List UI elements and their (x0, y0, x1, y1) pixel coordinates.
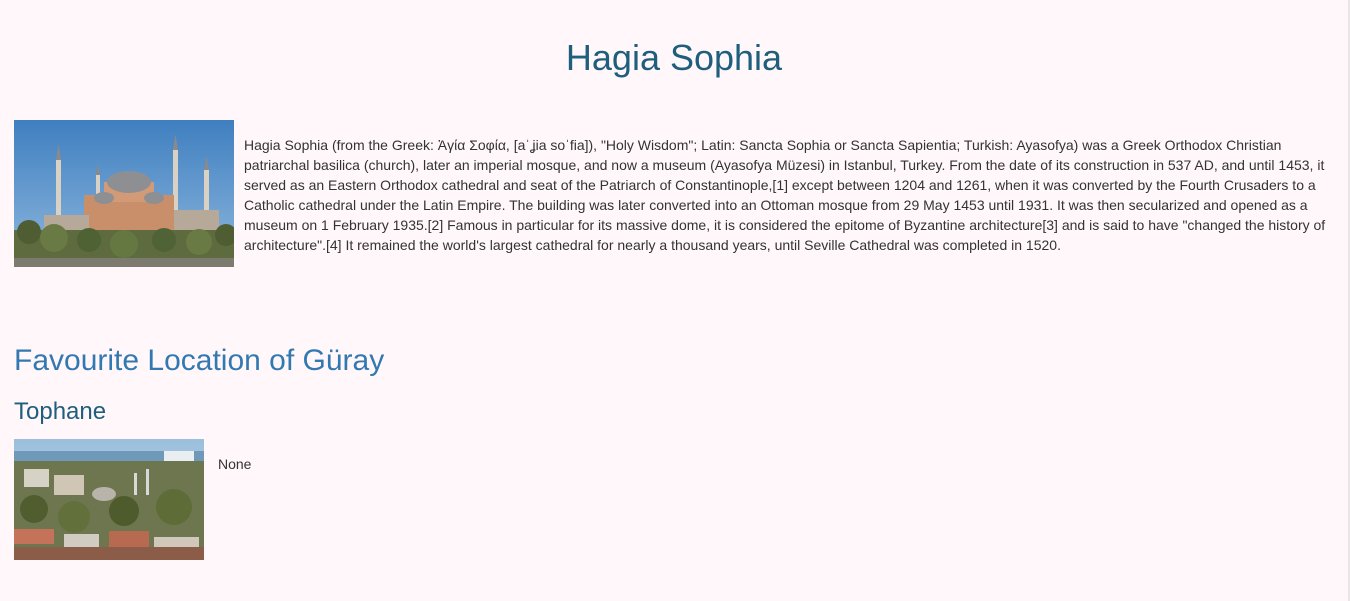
favourite-location-description: None (218, 456, 252, 472)
favourite-location-name: Tophane (14, 398, 107, 425)
tophane-photo (14, 439, 204, 560)
hagia-sophia-description: Hagia Sophia (from the Greek: Ἁγία Σοφία… (244, 137, 1326, 253)
hagia-sophia-photo (14, 120, 234, 267)
page-title: Hagia Sophia (565, 37, 783, 78)
favourites-section-title: Favourite Location of Güray (14, 344, 385, 377)
